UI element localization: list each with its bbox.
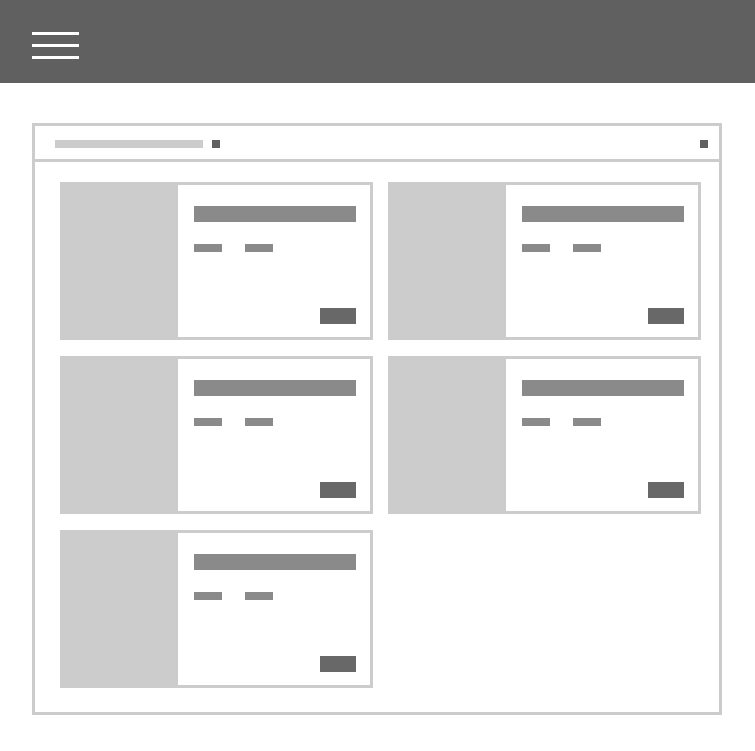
panel-title-placeholder — [55, 140, 203, 148]
card-meta-placeholder — [245, 418, 273, 426]
card-title-placeholder — [522, 206, 684, 222]
card[interactable] — [388, 356, 701, 514]
card-thumbnail-image — [391, 359, 506, 511]
hamburger-line — [32, 56, 79, 59]
card[interactable] — [388, 182, 701, 340]
card-meta-placeholder — [194, 592, 222, 600]
card-title-placeholder — [194, 206, 356, 222]
card-thumbnail-image — [63, 359, 178, 511]
content-panel — [32, 123, 722, 715]
card[interactable] — [60, 530, 373, 688]
card-action-button[interactable] — [648, 308, 684, 324]
card-action-button[interactable] — [648, 482, 684, 498]
card-meta-placeholder — [194, 244, 222, 252]
hamburger-line — [32, 32, 79, 35]
panel-header — [35, 126, 719, 162]
card-thumbnail-image — [63, 185, 178, 337]
card-meta-placeholder — [245, 592, 273, 600]
card[interactable] — [60, 356, 373, 514]
card-meta-placeholder — [573, 244, 601, 252]
hamburger-line — [32, 44, 79, 47]
card-action-button[interactable] — [320, 656, 356, 672]
panel-header-marker-icon — [212, 140, 220, 148]
card-meta-placeholder — [522, 244, 550, 252]
card-meta-placeholder — [522, 418, 550, 426]
card-meta-placeholder — [194, 418, 222, 426]
card-action-button[interactable] — [320, 308, 356, 324]
card-action-button[interactable] — [320, 482, 356, 498]
card-meta-placeholder — [573, 418, 601, 426]
card-thumbnail-image — [391, 185, 506, 337]
panel-header-action-icon[interactable] — [700, 140, 708, 148]
card[interactable] — [60, 182, 373, 340]
card-title-placeholder — [194, 554, 356, 570]
card-thumbnail-image — [63, 533, 178, 685]
hamburger-menu-icon[interactable] — [32, 32, 79, 59]
card-title-placeholder — [522, 380, 684, 396]
card-title-placeholder — [194, 380, 356, 396]
top-app-bar — [0, 0, 755, 83]
card-meta-placeholder — [245, 244, 273, 252]
